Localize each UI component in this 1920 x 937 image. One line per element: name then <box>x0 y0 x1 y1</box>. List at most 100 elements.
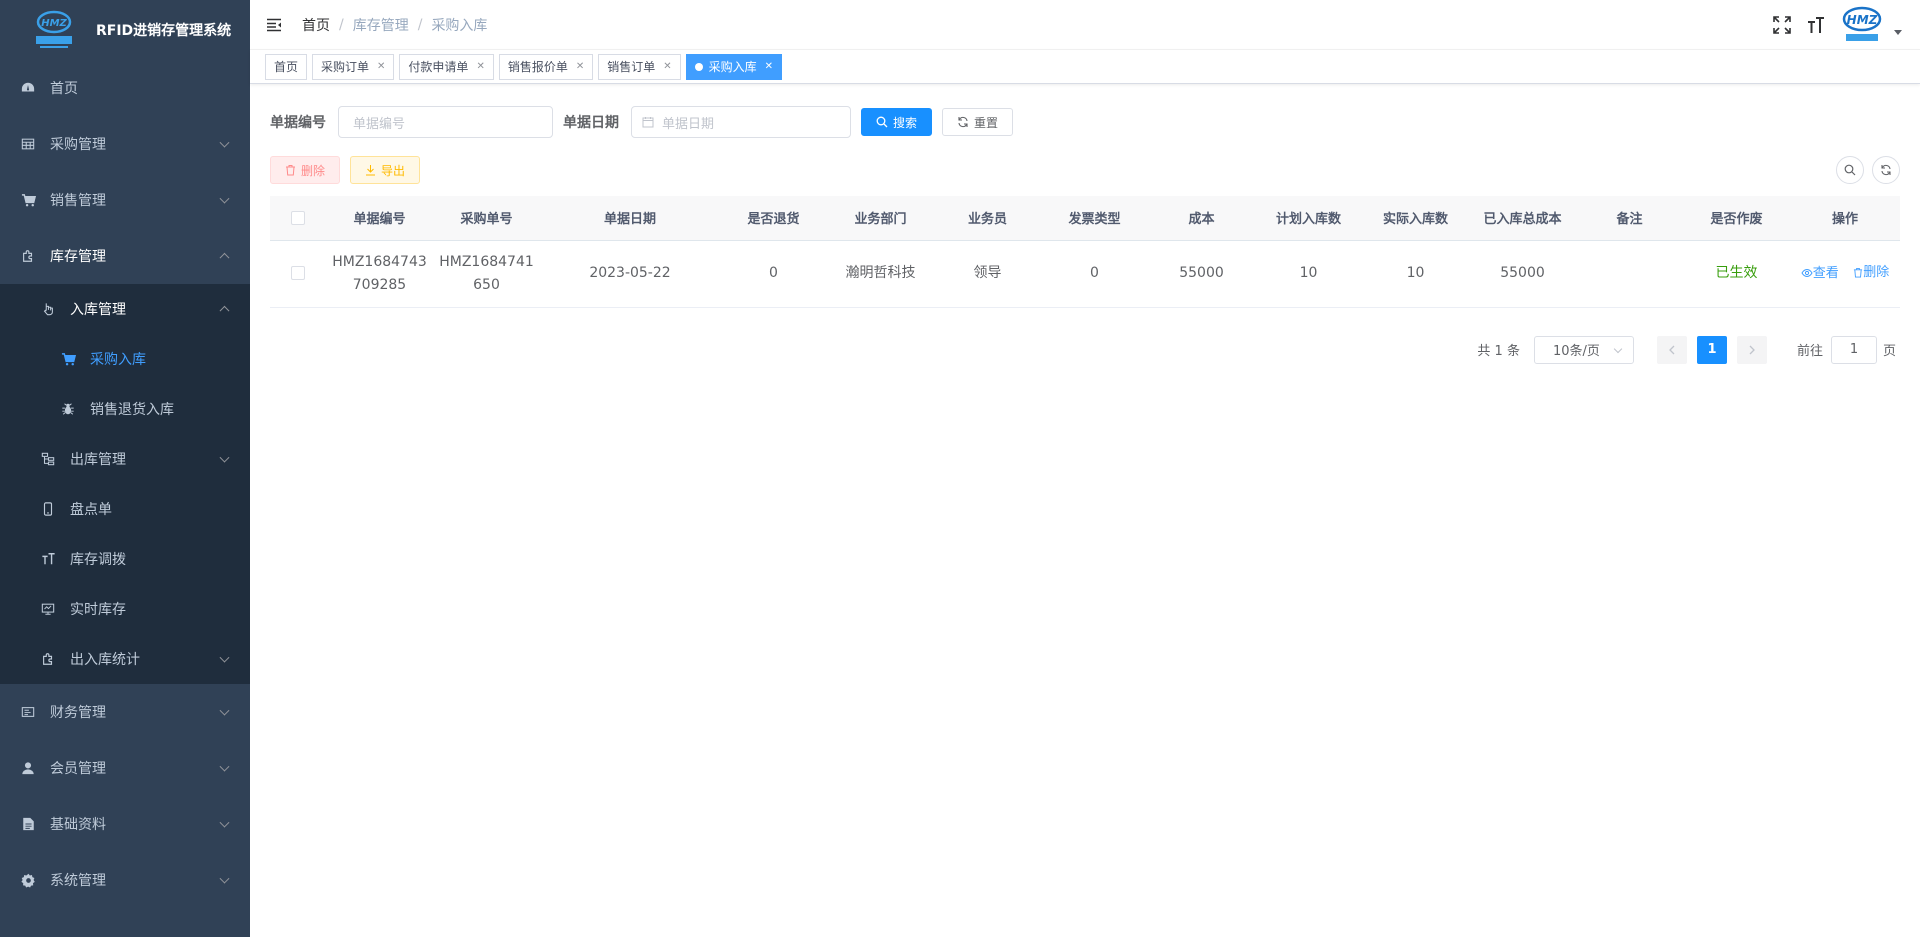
sidebar-item-basic-data[interactable]: 基础资料 <box>0 796 250 852</box>
sidebar-item-realtime-stock[interactable]: 实时库存 <box>0 584 250 634</box>
col-header: 操作 <box>1790 196 1900 241</box>
page-size-select[interactable]: 10条/页 <box>1533 335 1634 364</box>
row-select-cell[interactable] <box>270 240 326 308</box>
sidebar-item-label: 会员管理 <box>50 761 106 777</box>
doc-date-input[interactable]: 单据日期 <box>631 106 851 138</box>
doc-date-placeholder: 单据日期 <box>662 116 715 132</box>
tab-purchase-inbound[interactable]: 采购入库 ✕ <box>685 53 783 80</box>
puzzle-icon <box>40 651 56 667</box>
sidebar-item-stocktake[interactable]: 盘点单 <box>0 484 250 534</box>
sidebar-item-transfer[interactable]: 库存调拨 <box>0 534 250 584</box>
sidebar-item-inbound[interactable]: 入库管理 <box>0 284 250 334</box>
sidebar-item-label: 入库管理 <box>70 302 126 318</box>
doc-date-cell: 2023-05-22 <box>540 240 720 308</box>
delete-label: 删除 <box>1863 265 1890 280</box>
delete-row-button[interactable]: 删除 <box>1853 261 1889 284</box>
sidebar-item-system[interactable]: 系统管理 <box>0 852 250 908</box>
view-button[interactable]: 查看 <box>1801 262 1839 285</box>
sidebar-item-finance[interactable]: 财务管理 <box>0 684 250 740</box>
shopping-cart-icon <box>20 192 36 208</box>
tab-purchase-order[interactable]: 采购订单 ✕ <box>312 53 395 80</box>
plan-qty-cell: 10 <box>1255 240 1362 308</box>
chevron-down-icon <box>1613 344 1623 353</box>
breadcrumb-current: 采购入库 <box>431 17 488 34</box>
table-row[interactable]: HMZ1684743 709285 HMZ1684741 650 2023-05-2… <box>270 240 1900 308</box>
sidebar-item-purchase[interactable]: 采购管理 <box>0 116 250 172</box>
sidebar-item-label: 财务管理 <box>50 705 106 721</box>
right-toolbar <box>1836 156 1900 184</box>
select-all-checkbox[interactable] <box>291 210 305 225</box>
tab-sales-quote[interactable]: 销售报价单 ✕ <box>498 53 594 80</box>
user-icon <box>20 760 36 776</box>
chevron-down-icon <box>219 817 230 828</box>
breadcrumb-separator: / <box>417 16 423 33</box>
sidebar-item-members[interactable]: 会员管理 <box>0 740 250 796</box>
table-header-row: 单据编号 采购单号 单据日期 是否退货 业务部门 业务员 发票类型 成本 计划入… <box>270 196 1900 241</box>
sidebar-item-purchase-inbound[interactable]: 采购入库 <box>0 334 250 384</box>
col-header: 单据编号 <box>326 196 433 241</box>
doc-no-input[interactable]: 单据编号 <box>338 106 553 138</box>
sidebar-item-sales-return-inbound[interactable]: 销售退货入库 <box>0 384 250 434</box>
main-area: 首页 / 库存管理 / 采购入库 HMZ 首页 采购订单 ✕ 付款申请单 ✕ 销… <box>250 0 1920 937</box>
sidebar-item-io-stats[interactable]: 出入库统计 <box>0 634 250 684</box>
font-size-icon[interactable] <box>1806 15 1826 35</box>
sidebar-item-sales[interactable]: 销售管理 <box>0 172 250 228</box>
caret-down-icon[interactable] <box>1894 29 1902 35</box>
sidebar-item-outbound[interactable]: 出库管理 <box>0 434 250 484</box>
gear-icon <box>20 872 36 888</box>
chevron-down-icon <box>219 652 230 663</box>
prev-page-button[interactable] <box>1656 335 1687 364</box>
next-page-button[interactable] <box>1736 335 1767 364</box>
sidebar-item-label: 实时库存 <box>70 602 126 618</box>
col-header: 实际入库数 <box>1362 196 1469 241</box>
page-suffix: 页 <box>1882 344 1896 359</box>
chevron-right-icon <box>1749 345 1755 354</box>
toggle-search-button[interactable] <box>1836 156 1864 184</box>
tab-payment-request[interactable]: 付款申请单 ✕ <box>399 53 494 80</box>
chevron-up-icon <box>219 252 230 263</box>
logo-area[interactable]: HMZ RFID进销存管理系统 <box>0 0 250 60</box>
chevron-down-icon <box>219 452 230 463</box>
font-size-icon <box>40 551 56 567</box>
close-icon[interactable]: ✕ <box>377 61 385 72</box>
svg-text:HMZ: HMZ <box>41 18 67 29</box>
refresh-icon <box>958 116 968 128</box>
row-checkbox[interactable] <box>291 266 305 280</box>
download-icon <box>366 165 376 176</box>
close-icon[interactable]: ✕ <box>765 61 773 72</box>
tab-home[interactable]: 首页 <box>265 53 308 80</box>
select-all-cell[interactable] <box>270 196 326 241</box>
close-icon[interactable]: ✕ <box>576 61 584 72</box>
tab-sales-order[interactable]: 销售订单 ✕ <box>598 53 681 80</box>
trash-icon <box>286 165 295 176</box>
close-icon[interactable]: ✕ <box>663 61 671 72</box>
page-number-1[interactable]: 1 <box>1696 335 1727 364</box>
avatar[interactable]: HMZ <box>1840 5 1884 45</box>
search-form: 单据编号 单据编号 单据日期 单据日期 搜索 重置 <box>270 106 1900 138</box>
reset-button[interactable]: 重置 <box>942 108 1014 136</box>
search-button[interactable]: 搜索 <box>861 108 933 136</box>
export-button[interactable]: 导出 <box>350 156 421 184</box>
goto-label: 前往 <box>1796 344 1823 359</box>
breadcrumb-home[interactable]: 首页 <box>302 15 330 35</box>
sidebar-item-label: 销售退货入库 <box>90 402 174 418</box>
col-header: 发票类型 <box>1041 196 1148 241</box>
refresh-button[interactable] <box>1872 156 1900 184</box>
refresh-icon <box>1881 164 1891 176</box>
breadcrumb: 首页 / 库存管理 / 采购入库 <box>302 15 487 35</box>
tab-label: 采购订单 <box>321 60 370 74</box>
sidebar-item-inventory[interactable]: 库存管理 <box>0 228 250 284</box>
chevron-down-icon <box>219 137 230 148</box>
close-icon[interactable]: ✕ <box>476 61 484 72</box>
actual-qty-cell: 10 <box>1362 240 1469 308</box>
is-return-cell: 0 <box>720 240 827 308</box>
goto-page-input[interactable]: 1 <box>1830 335 1877 364</box>
sidebar-item-home[interactable]: 首页 <box>0 60 250 116</box>
col-header: 单据日期 <box>540 196 720 241</box>
puzzle-icon <box>20 248 36 264</box>
fullscreen-icon[interactable] <box>1772 15 1792 35</box>
delete-button[interactable]: 删除 <box>270 156 341 184</box>
hamburger-icon[interactable] <box>266 17 282 33</box>
breadcrumb-separator: / <box>339 16 344 33</box>
hand-pointer-icon <box>40 301 56 317</box>
